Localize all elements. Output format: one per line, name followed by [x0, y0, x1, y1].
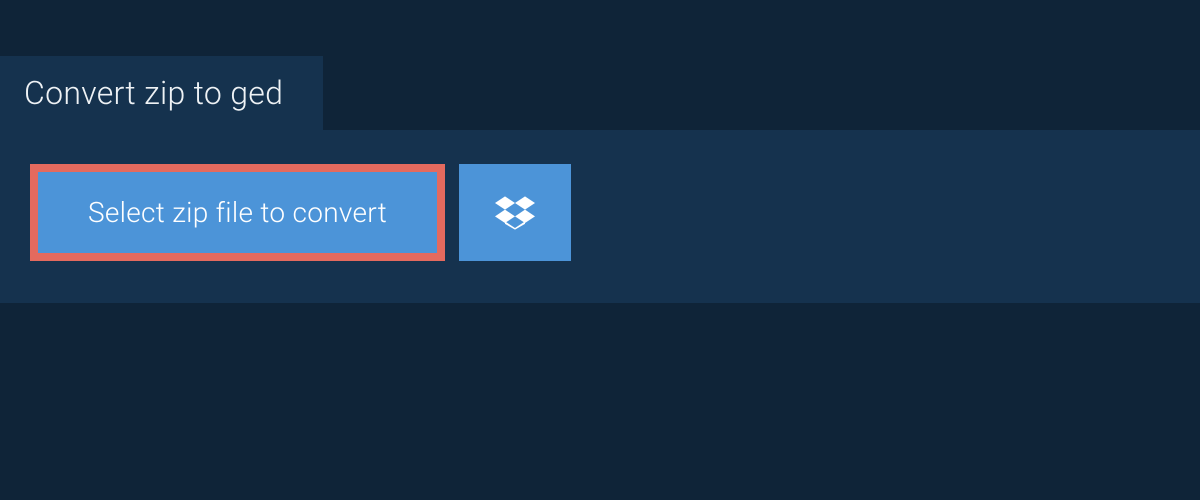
- select-file-label: Select zip file to convert: [88, 196, 387, 229]
- header-tab: Convert zip to ged: [0, 56, 323, 130]
- button-row: Select zip file to convert: [30, 164, 1170, 261]
- select-file-button[interactable]: Select zip file to convert: [30, 164, 445, 261]
- dropbox-button[interactable]: [459, 164, 571, 261]
- page-title: Convert zip to ged: [24, 74, 283, 112]
- upload-panel: Select zip file to convert: [0, 130, 1200, 303]
- page-background: Convert zip to ged Select zip file to co…: [0, 0, 1200, 500]
- dropbox-icon: [495, 193, 535, 233]
